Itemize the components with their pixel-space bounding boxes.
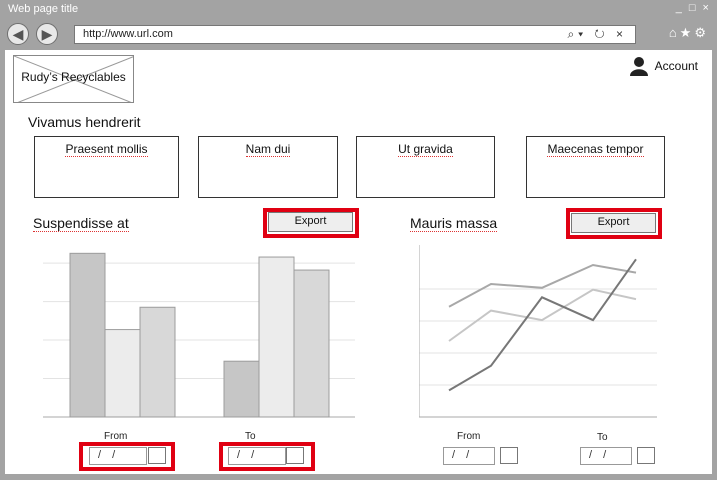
bar	[104, 329, 141, 418]
to-date-input-left[interactable]: / /	[228, 447, 286, 465]
card-praesent-mollis[interactable]: Praesent mollis	[34, 136, 179, 198]
bar	[258, 256, 295, 418]
card-label: Nam dui	[245, 142, 291, 157]
page-content: Rudy’s Recyclables Account Vivamus hendr…	[5, 50, 712, 474]
series-line	[448, 258, 637, 392]
bar	[293, 269, 330, 418]
from-date-input-right[interactable]: / /	[443, 447, 495, 465]
url-text: http://www.url.com	[83, 28, 173, 40]
left-from-label: From	[104, 431, 128, 442]
export-button-right[interactable]: Export	[571, 213, 656, 233]
right-to-label: To	[597, 432, 608, 443]
calendar-icon[interactable]	[148, 447, 166, 464]
forward-button[interactable]: ▶	[36, 23, 58, 45]
calendar-icon[interactable]	[286, 447, 304, 464]
right-from-label: From	[457, 431, 481, 442]
card-label: Ut gravida	[398, 142, 453, 157]
back-button[interactable]: ◀	[7, 23, 29, 45]
card-ut-gravida[interactable]: Ut gravida	[356, 136, 495, 198]
bar-chart	[43, 252, 355, 418]
address-bar-icons[interactable]: ⌕▾ ↻ ×	[567, 27, 627, 42]
title-bar: Web page title _ □ ×	[0, 0, 717, 20]
card-label: Maecenas tempor	[547, 142, 644, 157]
window-title: Web page title	[8, 3, 79, 15]
navigation-bar: ◀ ▶ http://www.url.com ⌕▾ ↻ × ⌂★⚙	[0, 20, 717, 48]
right-panel-title: Mauris massa	[410, 215, 498, 232]
to-date-input-right[interactable]: / /	[580, 447, 632, 465]
section-title: Vivamus hendrerit	[28, 114, 141, 130]
forward-arrow-icon: ▶	[41, 26, 53, 42]
browser-window: Web page title _ □ × ◀ ▶ http://www.url.…	[0, 0, 717, 480]
address-bar[interactable]: http://www.url.com ⌕▾ ↻ ×	[74, 25, 636, 44]
logo-text: Rudy’s Recyclables	[21, 70, 126, 84]
card-maecenas-tempor[interactable]: Maecenas tempor	[526, 136, 665, 198]
export-button-left[interactable]: Export	[268, 212, 353, 232]
bar	[139, 306, 176, 418]
left-panel-title: Suspendisse at	[33, 215, 129, 232]
calendar-icon[interactable]	[500, 447, 518, 464]
back-arrow-icon: ◀	[12, 26, 24, 42]
logo: Rudy’s Recyclables	[13, 55, 134, 103]
window-controls[interactable]: _ □ ×	[676, 2, 711, 14]
home-favorites-settings-icons[interactable]: ⌂★⚙	[669, 25, 709, 41]
account-menu[interactable]: Account	[629, 56, 698, 76]
bar	[223, 360, 260, 418]
card-nam-dui[interactable]: Nam dui	[198, 136, 338, 198]
from-date-input-left[interactable]: / /	[89, 447, 147, 465]
user-icon	[629, 57, 648, 76]
bar	[69, 252, 106, 418]
left-to-label: To	[245, 431, 256, 442]
account-label: Account	[654, 59, 698, 73]
card-label: Praesent mollis	[65, 142, 148, 157]
line-chart	[419, 245, 657, 418]
calendar-icon[interactable]	[637, 447, 655, 464]
